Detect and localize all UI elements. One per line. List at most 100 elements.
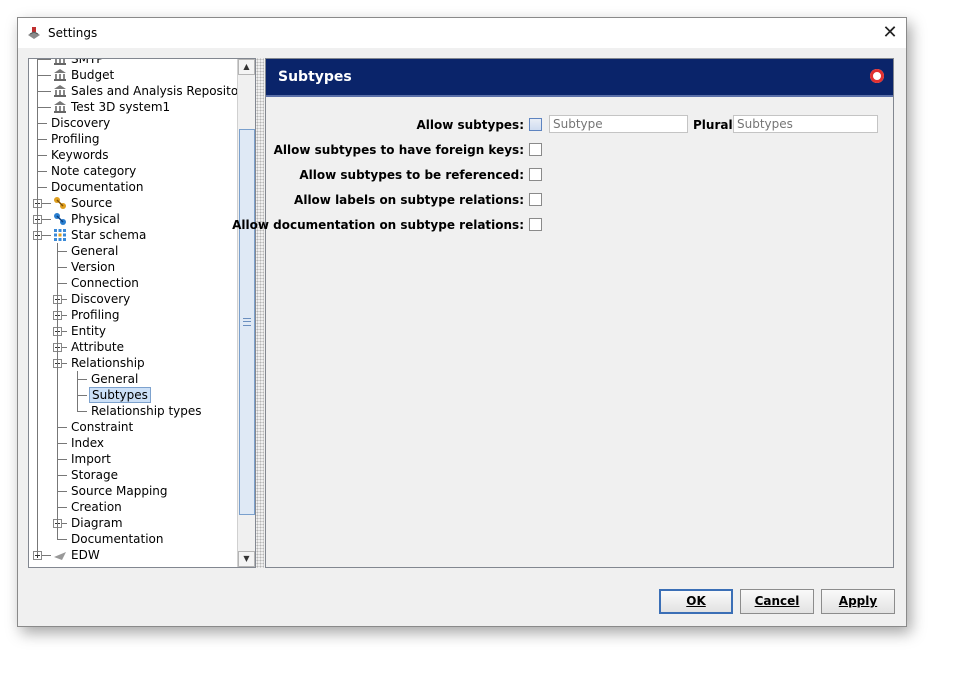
tree-item[interactable]: Connection xyxy=(29,275,237,291)
tree-item[interactable]: Index xyxy=(29,435,237,451)
tree-connector xyxy=(57,251,67,252)
tree-item-label: Profiling xyxy=(51,132,100,146)
tree-item[interactable]: Constraint xyxy=(29,419,237,435)
scroll-thumb[interactable] xyxy=(239,129,255,515)
tree-item[interactable]: Attribute xyxy=(29,339,237,355)
tree-connector xyxy=(37,139,47,140)
window-title: Settings xyxy=(48,26,98,40)
tree-connector xyxy=(57,267,67,268)
tree-item-label: Relationship xyxy=(71,356,145,370)
tree-item-label: Constraint xyxy=(71,420,134,434)
tree-item[interactable]: Subtypes xyxy=(29,387,237,403)
plural-input[interactable] xyxy=(733,115,878,133)
tree-connector xyxy=(77,411,87,412)
tree-connector xyxy=(37,91,51,92)
tree-item-label: EDW xyxy=(71,548,100,562)
ok-button[interactable]: OK xyxy=(659,589,733,614)
panel-title: Subtypes xyxy=(278,69,352,85)
tree-item[interactable]: Documentation xyxy=(29,531,237,547)
tree-item-label: Source xyxy=(71,196,113,210)
tree-item-label: Attribute xyxy=(71,340,124,354)
tree-item-label: Source Mapping xyxy=(71,484,168,498)
tree-connector xyxy=(77,379,87,380)
tree-item[interactable]: Sales and Analysis Repository1 xyxy=(29,83,255,99)
tree-guide-line xyxy=(37,59,38,555)
plural-label: Plural: xyxy=(693,118,738,132)
help-icon[interactable] xyxy=(870,69,884,83)
referenced-row: Allow subtypes to be referenced: xyxy=(276,166,524,186)
foreign-keys-checkbox[interactable] xyxy=(529,143,542,156)
tree-connector xyxy=(37,187,47,188)
tree-item-label: Documentation xyxy=(51,180,144,194)
tree-item[interactable]: EDW xyxy=(29,547,237,563)
tree-item[interactable]: Source xyxy=(29,195,237,211)
tree-item[interactable]: General xyxy=(29,371,237,387)
tree-item[interactable]: Entity xyxy=(29,323,237,339)
bank-icon xyxy=(53,84,67,98)
bank-icon xyxy=(53,59,67,66)
scroll-down-arrow-icon[interactable]: ▼ xyxy=(238,551,255,567)
tree-item[interactable]: Profiling xyxy=(29,131,237,147)
tree-connector xyxy=(57,491,67,492)
documentation-row: Allow documentation on subtype relations… xyxy=(232,216,524,236)
close-icon[interactable]: ✕ xyxy=(874,18,906,48)
tree-item[interactable]: Version xyxy=(29,259,237,275)
tree-item[interactable]: Star schema xyxy=(29,227,237,243)
tree-item-label: Sales and Analysis Repository1 xyxy=(71,84,256,98)
tree-item[interactable]: Profiling xyxy=(29,307,237,323)
tree-item[interactable]: Budget xyxy=(29,67,237,83)
tree-item[interactable]: Relationship types xyxy=(29,403,237,419)
labels-row: Allow labels on subtype relations: xyxy=(276,191,524,211)
tree-item-label: Physical xyxy=(71,212,120,226)
cancel-button[interactable]: Cancel xyxy=(740,589,814,614)
tree-item[interactable]: Documentation xyxy=(29,179,237,195)
referenced-checkbox[interactable] xyxy=(529,168,542,181)
tree-connector xyxy=(37,155,47,156)
tree-item[interactable]: SMTP xyxy=(29,59,237,67)
tree-connector xyxy=(57,459,67,460)
tree-item[interactable]: Creation xyxy=(29,499,237,515)
tree-item[interactable]: Physical xyxy=(29,211,237,227)
tree-item[interactable]: Source Mapping xyxy=(29,483,237,499)
tree-item[interactable]: Storage xyxy=(29,467,237,483)
tree-item-label: Subtypes xyxy=(89,387,151,403)
tree-item[interactable]: Relationship xyxy=(29,355,237,371)
tree-connector xyxy=(37,171,47,172)
tree-item-label: Import xyxy=(71,452,111,466)
documentation-label: Allow documentation on subtype relations… xyxy=(232,218,524,232)
tree-item-label: General xyxy=(91,372,139,386)
tree-item[interactable]: Note category xyxy=(29,163,237,179)
documentation-checkbox[interactable] xyxy=(529,218,542,231)
bank-icon xyxy=(53,100,67,114)
tree-item-label: Storage xyxy=(71,468,118,482)
tree-guide-line xyxy=(57,243,58,539)
star-schema-icon xyxy=(53,228,67,242)
scroll-up-arrow-icon[interactable]: ▲ xyxy=(238,59,255,75)
tree-item[interactable]: Diagram xyxy=(29,515,237,531)
tree-connector xyxy=(57,427,67,428)
tree-guide-line xyxy=(77,371,78,411)
tree-item[interactable]: Discovery xyxy=(29,291,237,307)
tree-connector xyxy=(37,75,51,76)
tree-item[interactable]: General xyxy=(29,243,237,259)
tree-scrollbar[interactable]: ▲ ▼ xyxy=(237,59,255,567)
tree-item[interactable]: Discovery xyxy=(29,115,237,131)
panel-splitter[interactable] xyxy=(256,58,264,568)
apply-button[interactable]: Apply xyxy=(821,589,895,614)
labels-label: Allow labels on subtype relations: xyxy=(294,193,524,207)
labels-checkbox[interactable] xyxy=(529,193,542,206)
settings-tree[interactable]: SMTP Budget Sales and Analysis Repository1… xyxy=(28,58,256,568)
tree-item-label: Discovery xyxy=(71,292,131,306)
tree-item[interactable]: Keywords xyxy=(29,147,237,163)
tree-connector xyxy=(57,443,67,444)
allow-subtypes-row: Allow subtypes: xyxy=(276,116,524,136)
subtype-input[interactable] xyxy=(549,115,688,133)
tree-connector xyxy=(57,539,67,540)
tree-item-label: Connection xyxy=(71,276,139,290)
tree-item-label: Entity xyxy=(71,324,107,338)
tree-item-label: Test 3D system1 xyxy=(71,100,171,114)
tree-item[interactable]: Import xyxy=(29,451,237,467)
tree-item[interactable]: Test 3D system1 xyxy=(29,99,237,115)
allow-subtypes-label: Allow subtypes: xyxy=(416,118,524,132)
allow-subtypes-checkbox[interactable] xyxy=(529,118,542,131)
